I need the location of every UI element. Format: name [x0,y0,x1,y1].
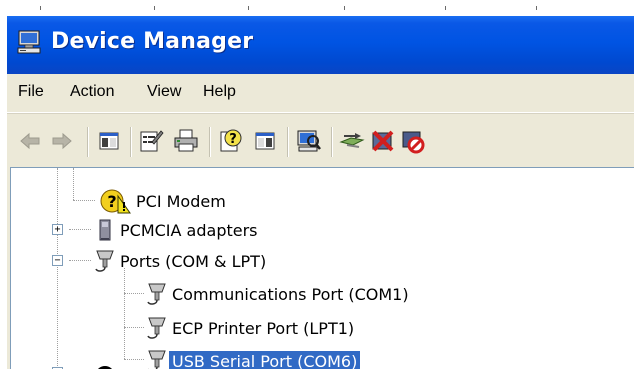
scan-hardware-button[interactable] [295,127,323,155]
tree-item-label: Ports (COM & LPT) [120,251,267,271]
collapse-button[interactable]: − [52,255,63,266]
tree-item-label: PCI Modem [136,191,226,211]
toolbar-separator [209,127,211,157]
uninstall-button[interactable] [369,127,397,155]
ruler-tick [344,6,345,10]
show-hide-console-tree-button[interactable] [95,127,123,155]
toolbar-separator [87,127,89,157]
update-driver-button[interactable] [339,127,367,155]
tree-connector [124,293,144,295]
tree-item-label: ECP Printer Port (LPT1) [172,318,355,338]
tree-item-pcmcia-adapters[interactable]: PCMCIA adapters [93,217,261,243]
menu-action[interactable]: Action [70,83,114,101]
forward-button[interactable] [48,127,76,155]
tree-item-label: PCMCIA adapters [120,220,258,240]
device-tree: ? PCI Modem + PCMCIA adapters − Ports (C… [10,167,634,369]
tree-item-ports[interactable]: Ports (COM & LPT) [93,248,269,274]
tree-connector [124,359,144,361]
back-button[interactable] [16,127,44,155]
help-icon: ? [220,129,242,152]
show-hide-action-pane-button[interactable] [251,127,279,155]
ruler-tick [445,6,446,10]
title-bar[interactable]: Device Manager [7,16,634,74]
disable-button[interactable] [399,127,427,155]
tree-item-usb-serial-com6[interactable]: USB Serial Port (COM6) [145,348,361,369]
tree-item-label: Communications Port (COM1) [172,284,409,304]
tree-connector [73,200,95,202]
arrow-left-icon [20,132,40,150]
properties-icon [140,130,164,152]
print-button[interactable] [172,127,200,155]
ruler-tick [536,6,537,10]
properties-button[interactable] [137,127,165,155]
toolbar-separator [130,127,132,157]
window-title: Device Manager [51,29,254,54]
tree-item-pci-modem[interactable]: ? PCI Modem [99,188,229,214]
tree-item-lpt1[interactable]: ECP Printer Port (LPT1) [145,315,357,341]
ruler-tick [154,6,155,10]
tree-connector [69,260,91,262]
tree-connector [69,229,91,231]
menu-view[interactable]: View [147,83,181,101]
tree-connector [73,168,75,200]
device-icon [97,366,113,369]
ruler-tick [40,6,41,10]
tree-connector [124,268,126,359]
tree-connector [57,168,59,369]
expand-button[interactable]: + [52,224,63,235]
toolbar: ? [7,113,634,168]
svg-text:?: ? [229,132,237,147]
toolbar-separator [287,127,289,157]
tree-connector [124,327,144,329]
warning-modem-icon: ? [100,189,131,214]
svg-text:?: ? [107,192,116,211]
port-icon [95,250,114,272]
update-driver-icon [339,133,365,148]
help-button[interactable]: ? [217,127,245,155]
arrow-right-icon [52,132,72,150]
scan-hardware-icon [297,130,321,152]
uninstall-icon [372,130,394,152]
tree-item-com1[interactable]: Communications Port (COM1) [145,281,412,307]
port-icon [148,350,166,369]
menu-bar: File Action View Help [7,74,634,113]
action-pane-icon [255,132,275,150]
port-icon [147,317,166,339]
computer-icon [17,30,41,54]
toolbar-separator [331,127,333,157]
device-manager-window: Device Manager File Action View Help ? ?… [7,16,634,369]
menu-file[interactable]: File [18,83,44,101]
printer-icon [174,129,198,152]
console-tree-icon [99,132,119,150]
background-strip [0,0,634,16]
port-icon [147,283,166,305]
tree-item-label-selected: USB Serial Port (COM6) [169,350,361,369]
pcmcia-icon [99,219,111,241]
menu-help[interactable]: Help [203,83,236,101]
disable-icon [402,131,425,154]
ruler-tick [248,6,249,10]
